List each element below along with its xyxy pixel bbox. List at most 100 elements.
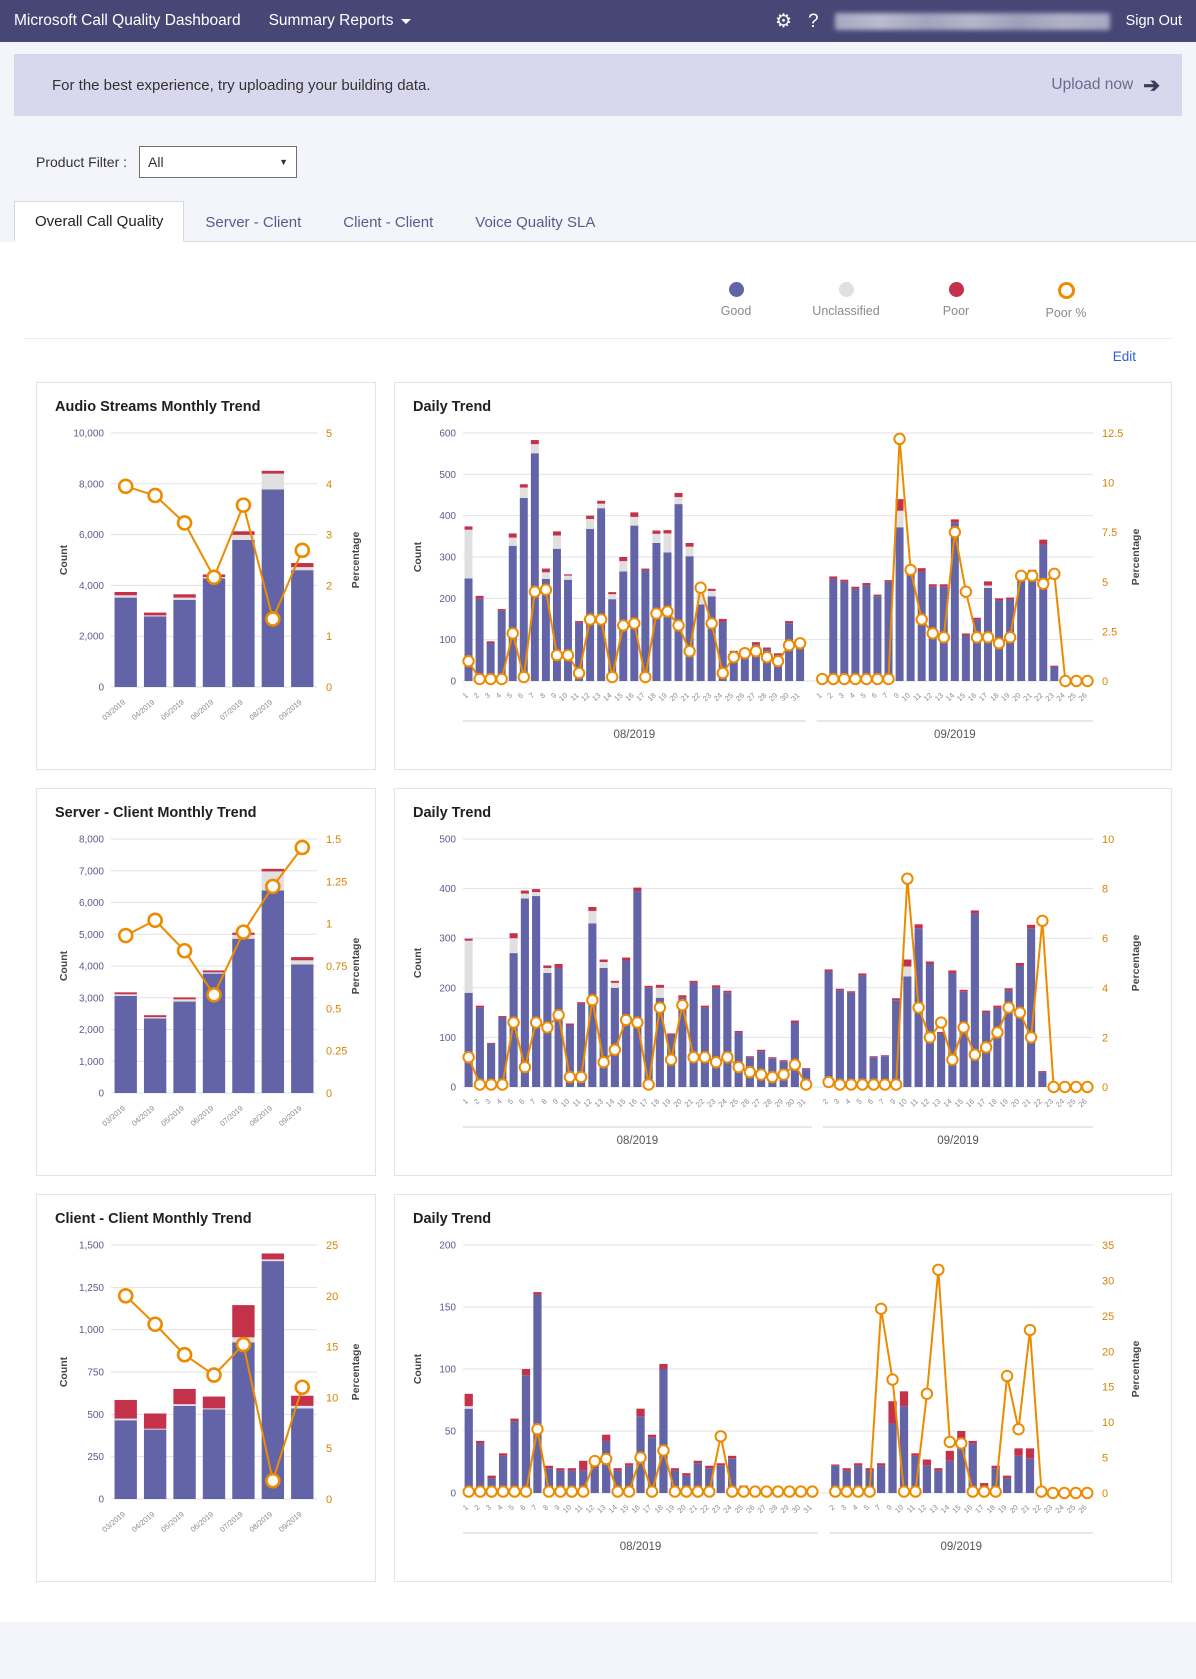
svg-text:4: 4 — [326, 479, 332, 491]
chart-audio-daily[interactable]: 600500400300200100012.5107.552.501 2 3 4 5 6 7… — [407, 419, 1147, 759]
svg-text:4: 4 — [850, 1503, 859, 1512]
chevron-down-icon: ▼ — [279, 157, 289, 167]
summary-reports-menu[interactable]: Summary Reports — [269, 12, 412, 30]
svg-text:28: 28 — [767, 1503, 779, 1515]
svg-text:13: 13 — [927, 1503, 939, 1515]
svg-text:16: 16 — [626, 1097, 638, 1109]
svg-text:10: 10 — [1102, 1417, 1114, 1429]
upload-now-link[interactable]: Upload now ➔ — [1051, 73, 1160, 98]
svg-text:0: 0 — [450, 1489, 456, 1500]
svg-text:6: 6 — [518, 1503, 527, 1512]
edit-link[interactable]: Edit — [1113, 349, 1136, 364]
svg-text:14: 14 — [939, 1503, 951, 1515]
chart-sc-monthly[interactable]: 8,000 7,000 6,000 5,000 4,000 3,000 2,000 1,000… — [49, 825, 367, 1165]
upload-building-data-banner: For the best experience, try uploading y… — [14, 54, 1182, 116]
svg-text:27: 27 — [750, 1097, 762, 1109]
tab-server-client[interactable]: Server - Client — [184, 202, 322, 242]
svg-text:2: 2 — [827, 1503, 836, 1512]
card-cc-monthly: Client - Client Monthly Trend 1,500 1,250… — [36, 1194, 376, 1582]
svg-text:0.5: 0.5 — [326, 1003, 341, 1015]
svg-text:4,000: 4,000 — [79, 962, 104, 973]
sign-out-link[interactable]: Sign Out — [1126, 13, 1182, 29]
legend-item-unclassified[interactable]: Unclassified — [806, 282, 886, 318]
svg-text:05/2019: 05/2019 — [159, 1104, 186, 1128]
question-icon[interactable]: ? — [808, 12, 819, 31]
tab-overall-call-quality[interactable]: Overall Call Quality — [14, 201, 185, 242]
chart-sc-daily[interactable]: 500400300200100010864201 2 3 4 5 6 7 8 9 10 11 12 13… — [407, 825, 1147, 1165]
svg-text:6: 6 — [870, 691, 879, 700]
svg-text:10: 10 — [559, 1097, 571, 1109]
legend-item-good[interactable]: Good — [696, 282, 776, 318]
svg-text:5: 5 — [505, 691, 514, 700]
svg-text:20: 20 — [1009, 1097, 1021, 1109]
svg-text:4: 4 — [848, 691, 857, 700]
svg-text:26: 26 — [1077, 691, 1089, 703]
svg-text:19: 19 — [664, 1503, 676, 1515]
svg-text:2,000: 2,000 — [79, 1025, 104, 1036]
svg-text:15: 15 — [326, 1342, 338, 1354]
card-title-audio-daily: Daily Trend — [413, 399, 492, 415]
chart-cc-monthly[interactable]: 1,500 1,250 1,000 750 500 250 0 25 20 15 10 5 0 03/20… — [49, 1231, 367, 1571]
svg-text:5: 5 — [326, 1443, 332, 1455]
svg-text:7,000: 7,000 — [79, 866, 104, 877]
svg-text:7.5: 7.5 — [1102, 527, 1117, 539]
chart-audio-monthly[interactable]: 10,000 8,000 6,000 4,000 2,000 0 5 4 3 2 1 0 03/2019… — [49, 419, 367, 759]
svg-text:13: 13 — [595, 1503, 607, 1515]
legend-ring-poor-percent — [1057, 282, 1075, 299]
svg-text:3: 3 — [832, 1097, 841, 1106]
svg-text:5: 5 — [507, 1503, 516, 1512]
product-filter-select[interactable]: All ▼ — [139, 146, 298, 178]
svg-text:09/2019: 09/2019 — [277, 1510, 304, 1534]
svg-text:5: 5 — [1102, 577, 1108, 589]
svg-text:100: 100 — [439, 1033, 456, 1044]
app-title: Microsoft Call Quality Dashboard — [14, 12, 241, 29]
svg-text:5: 5 — [862, 1503, 871, 1512]
svg-text:300: 300 — [439, 934, 456, 945]
svg-text:7: 7 — [527, 691, 536, 700]
tab-voice-quality-sla[interactable]: Voice Quality SLA — [454, 202, 616, 242]
svg-text:08/2019: 08/2019 — [620, 1541, 662, 1553]
legend-item-poor[interactable]: Poor — [916, 282, 996, 318]
svg-text:17: 17 — [641, 1503, 653, 1515]
svg-text:19: 19 — [996, 1503, 1008, 1515]
svg-text:5,000: 5,000 — [79, 930, 104, 941]
svg-text:06/2019: 06/2019 — [189, 698, 216, 722]
svg-text:0: 0 — [450, 677, 456, 688]
legend-dot-unclassified — [838, 282, 854, 297]
svg-text:23: 23 — [710, 1503, 722, 1515]
svg-text:0: 0 — [98, 683, 104, 694]
product-filter-value: All — [148, 154, 164, 170]
svg-text:400: 400 — [439, 511, 456, 522]
svg-text:Percentage: Percentage — [350, 938, 362, 995]
svg-text:3: 3 — [326, 530, 332, 542]
svg-text:19: 19 — [660, 1097, 672, 1109]
legend-item-poor-percent[interactable]: Poor % — [1026, 282, 1106, 320]
tab-client-client[interactable]: Client - Client — [322, 202, 454, 242]
svg-text:08/2019: 08/2019 — [614, 729, 656, 741]
svg-text:06/2019: 06/2019 — [189, 1510, 216, 1534]
svg-text:400: 400 — [439, 884, 456, 895]
chart-cc-daily[interactable]: 200150100500353025201510501 2 3 4 5 6 7 8 9 10 11 1… — [407, 1231, 1147, 1571]
svg-text:09/2019: 09/2019 — [277, 1104, 304, 1128]
svg-text:12: 12 — [581, 1097, 593, 1109]
svg-text:25: 25 — [733, 1503, 745, 1515]
svg-text:1,500: 1,500 — [79, 1241, 104, 1252]
gear-icon[interactable]: ⚙ — [775, 12, 792, 31]
svg-text:28: 28 — [761, 1097, 773, 1109]
svg-text:6: 6 — [516, 691, 525, 700]
svg-text:04/2019: 04/2019 — [130, 698, 157, 722]
svg-text:1: 1 — [461, 691, 470, 700]
summary-reports-label: Summary Reports — [268, 12, 394, 29]
svg-text:35: 35 — [1102, 1240, 1114, 1252]
svg-text:30: 30 — [1102, 1275, 1114, 1287]
svg-text:08/2019: 08/2019 — [248, 1104, 275, 1128]
svg-text:10: 10 — [1102, 478, 1114, 490]
svg-text:500: 500 — [439, 835, 456, 846]
svg-text:9: 9 — [553, 1503, 562, 1512]
svg-text:Count: Count — [58, 950, 70, 981]
svg-text:10: 10 — [1102, 834, 1114, 846]
svg-text:0.25: 0.25 — [326, 1046, 347, 1058]
card-audio-daily: Daily Trend 600 500 400 300 200 100 0 12.5 10 7.5… — [394, 382, 1172, 770]
svg-text:3,000: 3,000 — [79, 993, 104, 1004]
svg-text:07/2019: 07/2019 — [218, 698, 245, 722]
